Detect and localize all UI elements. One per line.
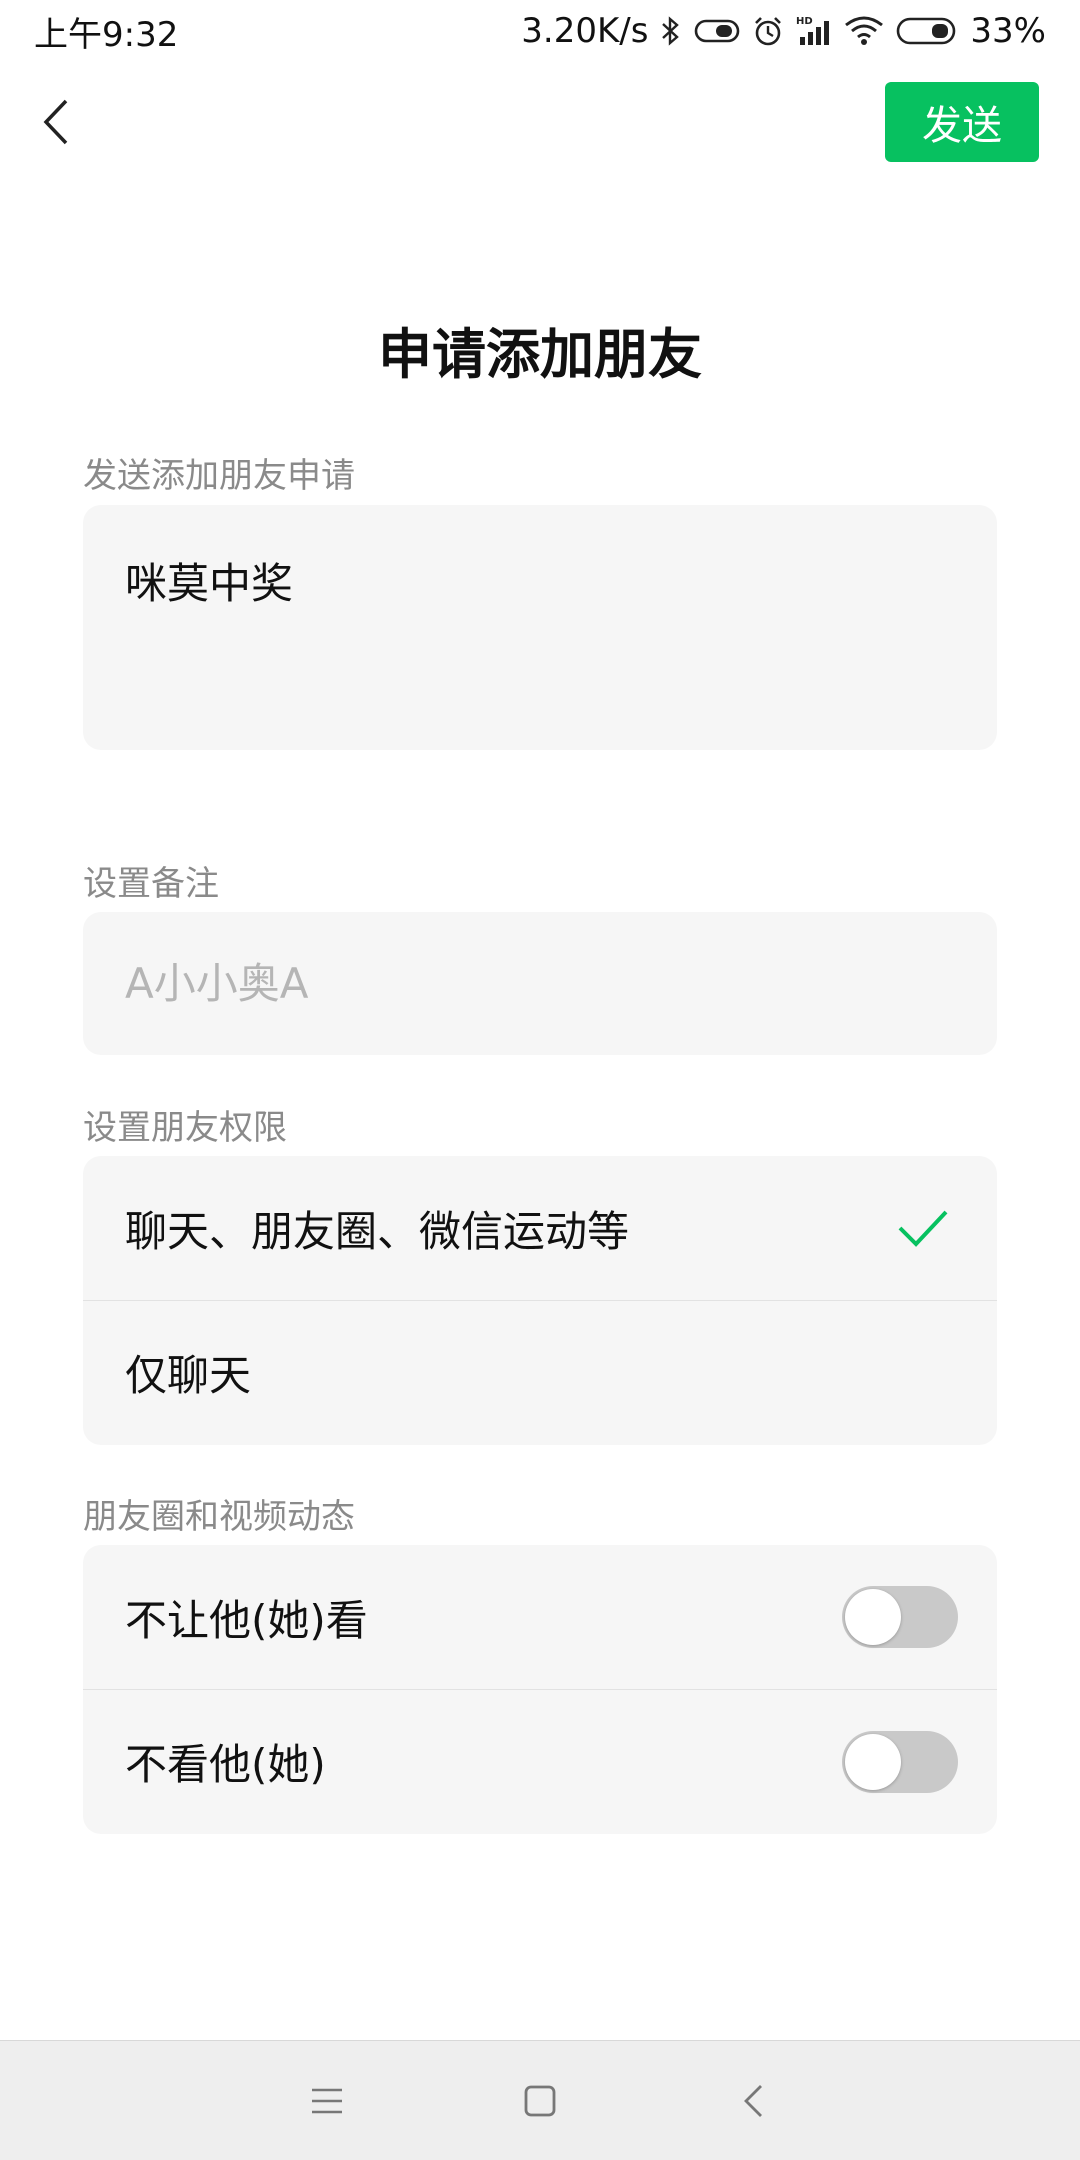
back-button[interactable] bbox=[30, 92, 80, 152]
svg-text:HD: HD bbox=[796, 16, 813, 27]
home-button[interactable] bbox=[510, 2071, 570, 2131]
hide-my-moments-label: 不让他(她)看 bbox=[125, 1595, 368, 1645]
page-title: 申请添加朋友 bbox=[378, 323, 702, 386]
hide-my-moments-toggle[interactable] bbox=[842, 1586, 958, 1648]
remark-field[interactable] bbox=[83, 912, 997, 1055]
send-button[interactable]: 发送 bbox=[885, 82, 1039, 162]
home-square-icon bbox=[524, 2085, 556, 2116]
status-bar: 上午9:32 3.20K/s HD 33% bbox=[0, 0, 1080, 62]
menu-button[interactable] bbox=[297, 2071, 357, 2131]
permission-option-chat-only[interactable]: 仅聊天 bbox=[83, 1300, 997, 1444]
permissions-label: 设置朋友权限 bbox=[83, 1108, 287, 1148]
battery-percent: 33% bbox=[970, 11, 1046, 51]
back-triangle-icon bbox=[744, 2084, 763, 2117]
request-message-label: 发送添加朋友申请 bbox=[83, 456, 355, 496]
hd-signal-icon: HD bbox=[796, 15, 832, 47]
network-speed: 3.20K/s bbox=[521, 11, 649, 51]
checkmark-icon bbox=[898, 1210, 948, 1247]
vpn-key-icon bbox=[694, 17, 740, 45]
system-back-button[interactable] bbox=[723, 2071, 783, 2131]
toggle-knob bbox=[845, 1733, 901, 1790]
permission-option-label: 聊天、朋友圈、微信运动等 bbox=[125, 1206, 630, 1256]
moments-label: 朋友圈和视频动态 bbox=[83, 1497, 355, 1537]
alarm-icon bbox=[752, 15, 784, 47]
hide-their-moments-row: 不看他(她) bbox=[83, 1689, 997, 1833]
request-message-field[interactable]: 咪莫中奖 bbox=[83, 505, 997, 750]
status-icons: 3.20K/s HD 33% bbox=[521, 11, 1046, 51]
permission-option-label: 仅聊天 bbox=[125, 1351, 252, 1400]
system-nav-bar bbox=[0, 2040, 1080, 2160]
permissions-list: 聊天、朋友圈、微信运动等 仅聊天 bbox=[83, 1156, 997, 1445]
hide-their-moments-toggle[interactable] bbox=[842, 1730, 958, 1793]
moments-settings-list: 不让他(她)看 不看他(她) bbox=[83, 1545, 997, 1834]
permission-option-full[interactable]: 聊天、朋友圈、微信运动等 bbox=[83, 1156, 997, 1300]
chevron-left-icon bbox=[43, 99, 68, 145]
bluetooth-icon bbox=[660, 15, 682, 47]
add-friend-request-screen: 上午9:32 3.20K/s HD 33% 发送 申请添加朋友 发送添加朋友申请… bbox=[0, 0, 1080, 2160]
hide-my-moments-row: 不让他(她)看 bbox=[83, 1545, 997, 1689]
status-time: 上午9:32 bbox=[34, 14, 179, 55]
menu-icon bbox=[311, 2088, 342, 2113]
remark-label: 设置备注 bbox=[83, 864, 219, 904]
toggle-knob bbox=[845, 1589, 901, 1645]
request-message-text: 咪莫中奖 bbox=[125, 559, 294, 608]
hide-their-moments-label: 不看他(她) bbox=[125, 1740, 326, 1789]
wifi-icon bbox=[844, 15, 884, 47]
remark-input[interactable] bbox=[125, 912, 955, 1055]
battery-icon bbox=[896, 16, 958, 46]
